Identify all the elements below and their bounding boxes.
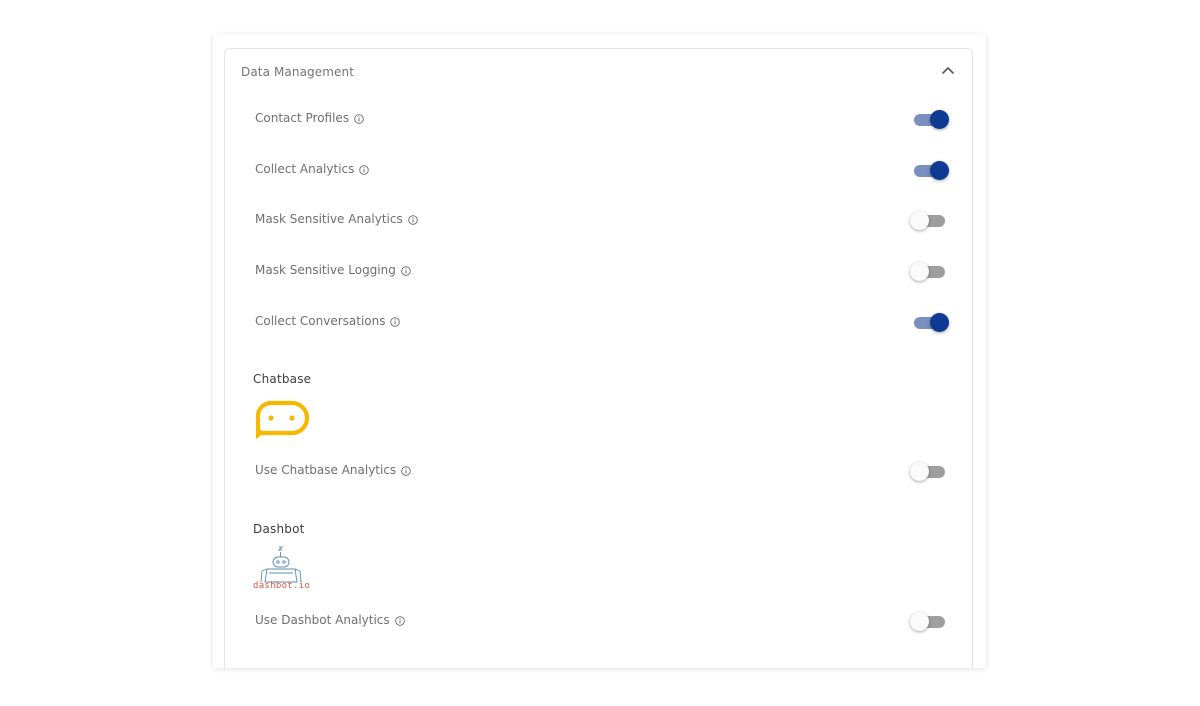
info-icon[interactable] <box>359 165 370 175</box>
setting-label: Use Dashbot Analytics <box>255 613 390 627</box>
panel-header[interactable]: Data Management <box>225 49 972 93</box>
setting-row-use-dashbot-analytics: Use Dashbot Analytics <box>255 609 955 633</box>
collect-conversations-toggle[interactable] <box>910 312 949 332</box>
info-icon[interactable] <box>407 215 418 225</box>
mask-sensitive-logging-toggle[interactable] <box>910 261 948 281</box>
mask-sensitive-analytics-toggle[interactable] <box>910 210 948 230</box>
use-dashbot-analytics-toggle[interactable] <box>910 611 948 631</box>
info-icon[interactable] <box>354 114 364 124</box>
info-icon[interactable] <box>401 466 411 476</box>
dashbot-robot-icon <box>260 546 302 583</box>
setting-label: Collect Analytics <box>255 162 355 176</box>
info-icon[interactable] <box>390 317 401 327</box>
setting-row-use-chatbase-analytics: Use Chatbase Analytics <box>255 459 955 483</box>
chatbase-logo-icon <box>255 400 310 439</box>
setting-row-collect-conversations: Collect Conversations <box>255 310 955 334</box>
dashbot-logo-icon: dashbot.io <box>253 545 313 593</box>
setting-label: Mask Sensitive Analytics <box>255 212 403 226</box>
collect-analytics-toggle[interactable] <box>910 160 949 180</box>
setting-label: Mask Sensitive Logging <box>255 263 396 277</box>
chevron-up-icon[interactable] <box>941 65 955 75</box>
dashbot-logo-text: dashbot.io <box>253 581 311 591</box>
info-icon[interactable] <box>401 266 411 276</box>
dashbot-section-title: Dashbot <box>253 522 305 536</box>
contact-profiles-toggle[interactable] <box>910 109 949 129</box>
info-icon[interactable] <box>394 616 405 626</box>
setting-label: Use Chatbase Analytics <box>255 463 397 477</box>
use-chatbase-analytics-toggle[interactable] <box>910 461 948 481</box>
setting-row-mask-sensitive-analytics: Mask Sensitive Analytics <box>255 208 955 232</box>
data-management-panel: Data Management Contact Profiles Collect… <box>224 48 973 668</box>
setting-row-contact-profiles: Contact Profiles <box>255 107 955 131</box>
settings-card: Data Management Contact Profiles Collect… <box>213 34 986 668</box>
setting-label: Contact Profiles <box>255 111 350 125</box>
setting-row-mask-sensitive-logging: Mask Sensitive Logging <box>255 259 955 283</box>
setting-row-collect-analytics: Collect Analytics <box>255 158 955 182</box>
panel-title: Data Management <box>241 65 355 79</box>
setting-label: Collect Conversations <box>255 314 386 328</box>
chatbase-section-title: Chatbase <box>253 372 312 386</box>
